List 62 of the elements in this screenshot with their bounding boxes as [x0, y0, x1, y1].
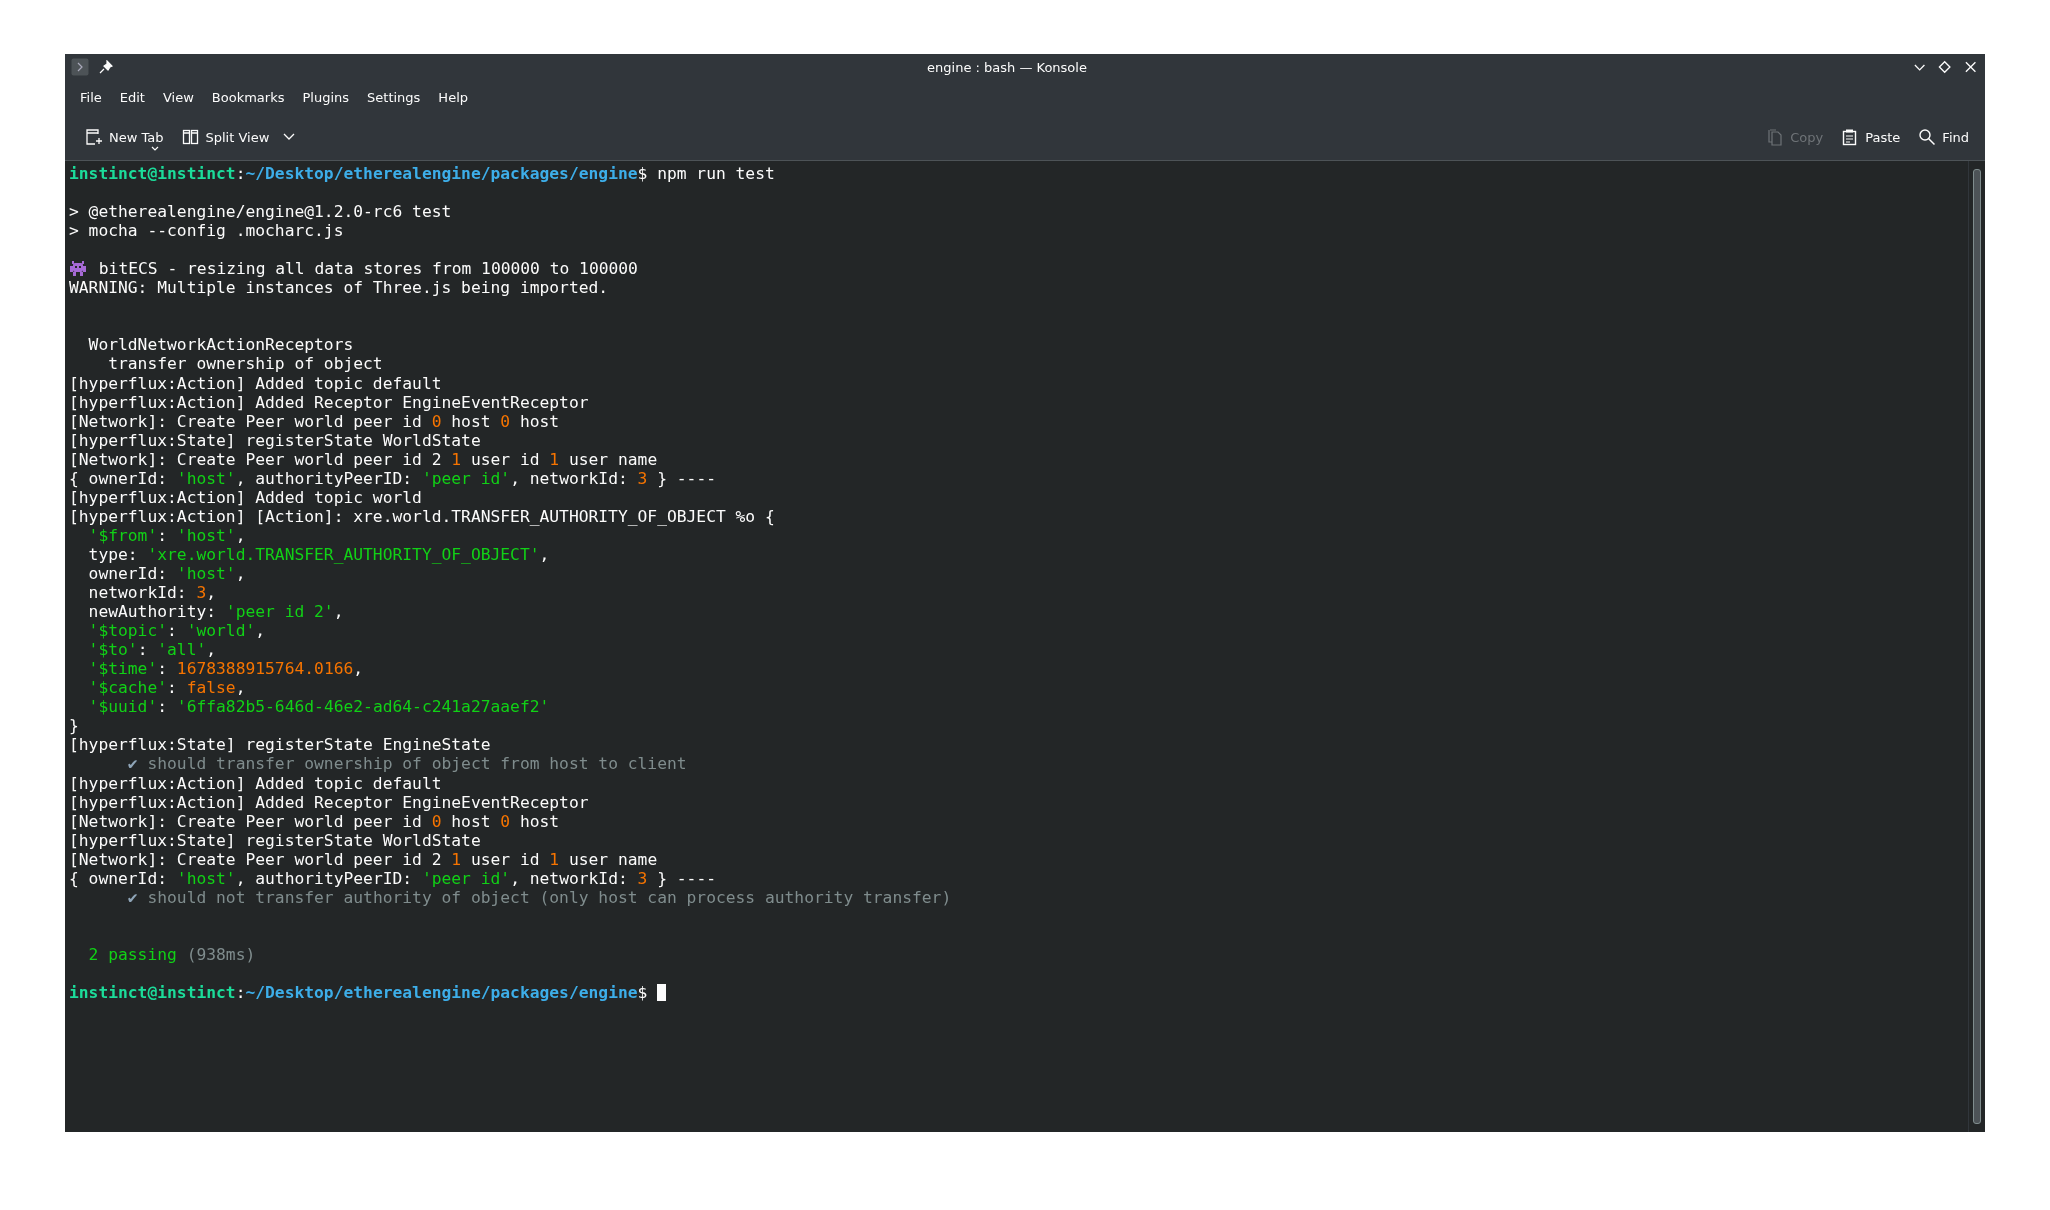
terminal-line: ✔ should not transfer authority of object (only host can process authority transfer) — [126, 887, 952, 907]
terminal-line: > mocha --config .mocharc.js — [69, 221, 344, 241]
terminal-line: [hyperflux:State] registerState EngineState — [69, 735, 491, 755]
menu-item[interactable]: Edit — [110, 85, 154, 109]
search-icon — [1918, 128, 1937, 146]
menu-item[interactable]: View — [153, 85, 203, 109]
split-view-icon — [181, 128, 200, 146]
terminal-line: '$topic': 'world', — [87, 621, 266, 641]
toolbar-button[interactable]: Paste — [1835, 124, 1907, 150]
text-cursor — [657, 984, 667, 1002]
menu-item[interactable]: Settings — [358, 85, 430, 109]
menu-item[interactable]: File — [71, 85, 111, 109]
new-tab-icon — [85, 128, 103, 146]
terminal-line: [hyperflux:Action] Added topic default — [69, 373, 442, 393]
terminal-line: [hyperflux:Action] Added Receptor EngineEventReceptor — [69, 392, 589, 412]
terminal-line: [Network]: Create Peer world peer id 0 host 0 host — [69, 411, 560, 431]
terminal-line: '$to': 'all', — [87, 640, 217, 660]
window-title: engine : bash — Konsole — [926, 59, 1088, 75]
menu-item[interactable]: Help — [429, 85, 477, 109]
caret-icon — [151, 146, 159, 152]
terminal-line: instinct@instinct:~/Desktop/etherealengine/packages/engine$ npm run test — [69, 164, 775, 184]
terminal-line: '$cache': false, — [87, 678, 246, 698]
terminal-line: '$uuid': '6ffa82b5-646d-46e2-ad64-c241a27aaef2' — [87, 697, 550, 717]
terminal-line: bitECS - resizing all data stores from 100000 to 100000 — [97, 259, 638, 279]
menu-item[interactable]: Bookmarks — [202, 85, 294, 109]
toolbar-button[interactable]: Find — [1912, 124, 1975, 150]
close-icon[interactable] — [1963, 60, 1977, 74]
terminal-line: instinct@instinct:~/Desktop/etherealengine/packages/engine$ — [69, 983, 649, 1003]
scrollbar-handle[interactable] — [1973, 169, 1981, 1124]
terminal-line: 2 passing (938ms) — [87, 944, 256, 964]
maximize-icon[interactable] — [1938, 60, 1952, 74]
alien-icon — [69, 260, 87, 277]
terminal-line: ✔ should transfer ownership of object from host to client — [126, 754, 687, 774]
terminal-line: } — [69, 716, 79, 736]
pin-icon[interactable] — [99, 60, 113, 74]
terminal-line: '$from': 'host', — [87, 525, 246, 545]
terminal-line: { ownerId: 'host', authorityPeerID: 'peer id', networkId: 3 } ---- — [69, 868, 716, 888]
terminal-line: [hyperflux:Action] [Action]: xre.world.TRANSFER_AUTHORITY_OF_OBJECT %o { — [69, 506, 775, 526]
terminal-line: '$time': 1678388915764.0166, — [87, 659, 364, 679]
toolbar-button[interactable]: New Tab — [79, 124, 170, 150]
terminal-line: [Network]: Create Peer world peer id 2 1 user id 1 user name — [69, 449, 658, 469]
terminal-line: networkId: 3, — [87, 583, 217, 603]
terminal-line: type: 'xre.world.TRANSFER_AUTHORITY_OF_OBJECT', — [87, 544, 550, 564]
terminal-line: newAuthority: 'peer id 2', — [87, 602, 344, 622]
copy-icon — [1766, 128, 1785, 146]
dropdown-caret-icon[interactable] — [283, 133, 296, 141]
terminal-line: [hyperflux:Action] Added Receptor EngineEventReceptor — [69, 792, 589, 812]
terminal-line: ownerId: 'host', — [87, 564, 246, 584]
toolbar-button[interactable]: Split View — [175, 124, 276, 150]
terminal-line: WorldNetworkActionReceptors — [87, 335, 354, 355]
terminal-line: [hyperflux:Action] Added topic default — [69, 773, 442, 793]
menu-item[interactable]: Plugins — [293, 85, 359, 109]
terminal-line: WARNING: Multiple instances of Three.js being imported. — [69, 278, 609, 298]
terminal-app-icon[interactable] — [71, 58, 89, 76]
terminal-line: [hyperflux:State] registerState WorldState — [69, 430, 481, 450]
terminal-line: [Network]: Create Peer world peer id 0 host 0 host — [69, 811, 560, 831]
terminal-line: [hyperflux:State] registerState WorldState — [69, 830, 481, 850]
terminal-line: transfer ownership of object — [107, 354, 383, 374]
terminal-line: { ownerId: 'host', authorityPeerID: 'peer id', networkId: 3 } ---- — [69, 468, 716, 488]
terminal-line: > @etherealengine/engine@1.2.0-rc6 test — [69, 202, 452, 222]
terminal-line: [hyperflux:Action] Added topic world — [69, 487, 422, 507]
terminal-line: [Network]: Create Peer world peer id 2 1 user id 1 user name — [69, 849, 658, 869]
